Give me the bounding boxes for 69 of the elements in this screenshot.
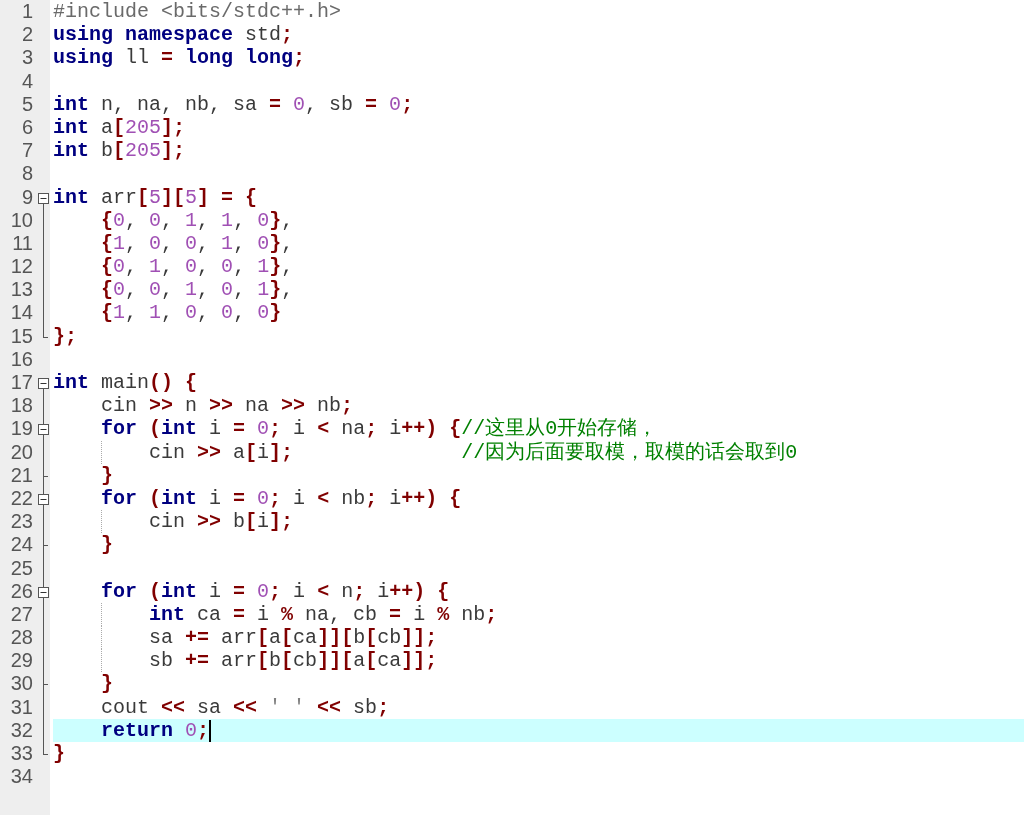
code-line: using ll = long long; — [53, 46, 306, 70]
code-line: {0, 1, 0, 0, 1}, — [100, 255, 294, 279]
line-number: 1 — [21, 0, 33, 24]
collapse-icon[interactable] — [38, 586, 49, 598]
code-line: cin >> b[i]; — [148, 510, 294, 534]
code-line: for (int i = 0; i < na; i++) {//这里从0开始存储， — [100, 417, 658, 441]
line-number: 3 — [21, 46, 33, 70]
line-number: 7 — [21, 139, 33, 163]
line-number: 10 — [10, 208, 33, 232]
line-number: 14 — [10, 301, 33, 325]
code-line: int n, na, nb, sa = 0, sb = 0; — [53, 92, 414, 116]
code-line: for (int i = 0; i < nb; i++) { — [100, 486, 462, 511]
line-number: 6 — [21, 115, 33, 140]
line-number: 34 — [10, 765, 33, 789]
line-number: 19 — [10, 417, 33, 441]
line-number: 13 — [10, 278, 33, 302]
code-line: cin >> n >> na >> nb; — [100, 394, 354, 418]
line-number: 31 — [10, 695, 33, 719]
code-line: } — [53, 742, 65, 766]
line-number: 2 — [21, 23, 33, 47]
code-line: {1, 0, 0, 1, 0}, — [100, 231, 294, 256]
code-line: cout << sa << ' ' << sb; — [100, 695, 390, 719]
line-number: 24 — [10, 533, 33, 557]
line-number: 8 — [21, 162, 33, 186]
code-line: {0, 0, 1, 0, 1}, — [100, 278, 294, 302]
code-line: cin >> a[i]; //因为后面要取模，取模的话会取到0 — [148, 440, 798, 464]
line-number: 25 — [10, 556, 33, 580]
code-line: using namespace std; — [53, 23, 294, 47]
line-number: 12 — [10, 255, 33, 279]
line-number: 5 — [21, 92, 33, 116]
line-number: 33 — [10, 742, 33, 766]
line-number: 27 — [10, 602, 33, 627]
line-number: 16 — [10, 347, 33, 371]
line-number: 17 — [10, 371, 33, 395]
code-line: for (int i = 0; i < n; i++) { — [100, 579, 450, 603]
line-number: 29 — [10, 649, 33, 673]
line-number: 21 — [10, 463, 33, 487]
code-line: int main() { — [53, 371, 198, 395]
line-number: 4 — [21, 69, 33, 93]
code-line: }; — [53, 324, 77, 348]
line-number: 22 — [10, 486, 33, 511]
line-number: 28 — [10, 626, 33, 650]
code-line: {1, 1, 0, 0, 0} — [100, 301, 282, 325]
code-line: int a[205]; — [53, 115, 186, 140]
text-cursor — [209, 719, 212, 742]
line-number: 18 — [10, 394, 33, 418]
line-number: 9 — [21, 185, 33, 209]
line-number: 30 — [10, 672, 33, 696]
line-number: 11 — [12, 231, 33, 256]
collapse-icon[interactable] — [38, 378, 49, 389]
code-line: {0, 0, 1, 1, 0}, — [100, 208, 294, 232]
code-line: int b[205]; — [53, 139, 186, 163]
code-line: sb += arr[b[cb]][a[ca]]; — [148, 649, 438, 673]
code-line: int ca = i % na, cb = i % nb; — [148, 602, 498, 627]
code-line: } — [100, 533, 113, 557]
code-line: sa += arr[a[ca]][b[cb]]; — [148, 626, 438, 650]
code-line: #include <bits/stdc++.h> — [53, 0, 342, 24]
line-number: 15 — [10, 324, 33, 348]
collapse-icon[interactable] — [38, 192, 49, 204]
collapse-icon[interactable] — [38, 424, 49, 436]
code-line: } — [100, 672, 113, 696]
code-line: return 0; — [100, 718, 210, 742]
collapse-icon[interactable] — [38, 493, 49, 505]
line-number: 23 — [10, 510, 33, 534]
line-number: 20 — [10, 440, 33, 464]
code-line: } — [100, 463, 113, 487]
line-number: 32 — [10, 718, 33, 742]
line-number: 26 — [10, 579, 33, 603]
code-line: int arr[5][5] = { — [53, 185, 258, 209]
